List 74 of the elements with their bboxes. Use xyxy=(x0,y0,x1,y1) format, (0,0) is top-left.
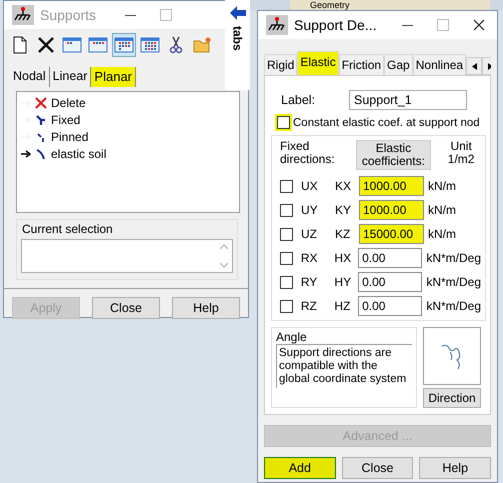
list-item[interactable]: Delete xyxy=(51,96,86,110)
close-icon[interactable] xyxy=(473,19,485,31)
label-input-field[interactable]: Support_1 xyxy=(349,90,467,110)
dialog-button[interactable]: Help xyxy=(172,297,240,319)
column-header: Elastic coefficients: xyxy=(356,140,432,170)
list-item[interactable]: Fixed xyxy=(51,113,80,127)
dialog-button[interactable]: Close xyxy=(342,457,414,479)
minimize-button[interactable] xyxy=(402,24,413,26)
column-header: Fixed directions: xyxy=(280,140,336,166)
direction-label: RX xyxy=(300,251,319,265)
direction-button[interactable]: Direction xyxy=(423,388,481,408)
coefficient-label: HZ xyxy=(334,299,352,313)
coefficient-input-field[interactable]: 15000.00 xyxy=(359,224,424,244)
field-label: Label: xyxy=(281,93,316,107)
coefficient-label: HX xyxy=(334,251,352,265)
group-title: Current selection xyxy=(21,222,114,236)
unit-label: kN*m/Deg xyxy=(426,251,482,265)
left-arrow-icon xyxy=(230,6,246,20)
list-item[interactable]: Pinned xyxy=(51,130,88,144)
support-icon xyxy=(12,5,34,25)
support-glyph-icon xyxy=(35,131,47,143)
checkbox[interactable] xyxy=(280,252,293,264)
tab[interactable]: Planar xyxy=(91,67,136,87)
coefficient-input-field[interactable]: 1000.00 xyxy=(359,200,424,220)
checkbox[interactable] xyxy=(280,180,293,192)
coefficient-label: KY xyxy=(335,203,352,217)
tab[interactable]: Gap xyxy=(384,54,413,75)
support-glyph-icon xyxy=(35,148,47,160)
window-title: Support De... xyxy=(294,17,376,33)
group-title: Angle xyxy=(276,330,308,344)
direction-label: UZ xyxy=(300,227,318,241)
dialog-button[interactable]: Help xyxy=(419,457,492,479)
geometry-combo[interactable]: Geometry xyxy=(290,0,490,10)
window-grid-icon[interactable] xyxy=(112,33,136,57)
coefficient-input-field[interactable]: 1000.00 xyxy=(359,176,424,196)
minimize-button[interactable] xyxy=(125,14,136,16)
tab[interactable]: Nonlinea xyxy=(412,54,466,75)
list-item[interactable]: elastic soil xyxy=(51,147,106,161)
direction-label: UX xyxy=(300,179,319,193)
angle-description: Support directions are compatible with the global coordinate system xyxy=(276,344,412,388)
direction-label: RZ xyxy=(300,299,318,313)
tab[interactable]: Nodal xyxy=(10,67,50,87)
tab[interactable]: Rigid xyxy=(264,54,298,75)
delete-icon xyxy=(35,97,47,109)
coefficient-label: KZ xyxy=(335,227,352,241)
checkbox[interactable] xyxy=(280,204,293,216)
unit-label: kN/m xyxy=(428,203,456,217)
coefficient-input-field[interactable]: 0.00 xyxy=(358,296,422,316)
unit-label: kN/m xyxy=(428,227,456,241)
checkbox[interactable] xyxy=(280,276,293,288)
checkbox[interactable] xyxy=(280,228,293,240)
coefficient-input-field[interactable]: 0.00 xyxy=(358,272,422,292)
direction-label: UY xyxy=(300,203,319,217)
unit-label: kN*m/Deg xyxy=(426,275,482,289)
support-glyph-icon xyxy=(35,114,47,126)
tab[interactable]: Elastic xyxy=(297,51,339,75)
checkbox-label: Constant elastic coef. at support nod xyxy=(293,116,480,128)
side-tab-label: tabs xyxy=(230,26,244,51)
dialog-button[interactable]: Add xyxy=(264,457,336,479)
coefficient-input-field[interactable]: 0.00 xyxy=(358,248,422,268)
tab[interactable]: Friction xyxy=(338,54,384,75)
column-header: Unit 1/m2 xyxy=(446,140,476,166)
unit-label: kN*m/Deg xyxy=(426,299,482,313)
dialog-button[interactable]: Close xyxy=(92,297,160,319)
coefficient-label: HY xyxy=(334,275,352,289)
squiggle-drawing xyxy=(441,342,463,370)
direction-label: RY xyxy=(300,275,318,289)
coefficient-label: KX xyxy=(335,179,352,193)
unit-label: kN/m xyxy=(428,179,456,193)
window-title: Supports xyxy=(40,7,96,23)
scroll-left-icon[interactable] xyxy=(466,57,482,75)
side-tab[interactable]: tabs xyxy=(225,0,250,90)
checkbox[interactable] xyxy=(280,300,293,312)
support-icon xyxy=(266,15,288,35)
